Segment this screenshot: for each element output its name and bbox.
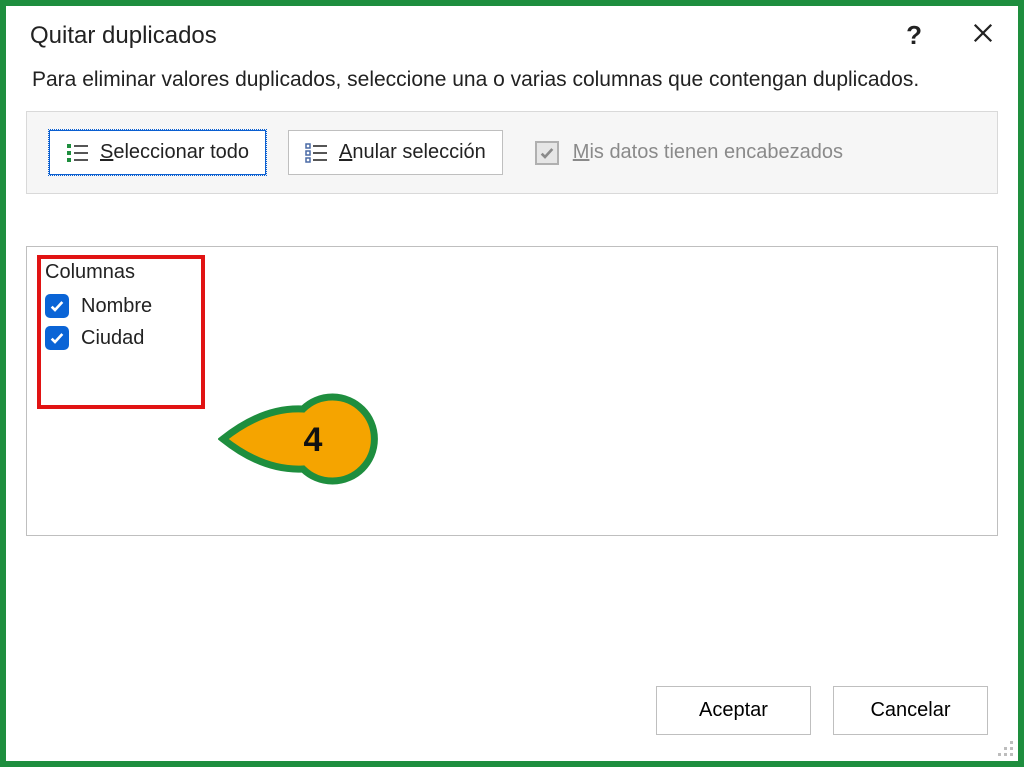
unselect-all-label: Anular selección — [339, 141, 486, 164]
select-all-button[interactable]: Seleccionar todo — [49, 130, 266, 175]
dialog-footer: Aceptar Cancelar — [656, 686, 988, 735]
column-label: Ciudad — [81, 327, 144, 350]
close-icon[interactable] — [972, 20, 994, 51]
headers-checkbox[interactable]: Mis datos tienen encabezados — [535, 141, 843, 165]
controls-bar: Seleccionar todo Anular selección — [26, 111, 998, 194]
column-label: Nombre — [81, 295, 152, 318]
column-item[interactable]: Ciudad — [45, 326, 979, 350]
checkbox-checked-icon — [45, 326, 69, 350]
dialog-title: Quitar duplicados — [30, 22, 217, 50]
select-all-label: Seleccionar todo — [100, 141, 249, 164]
headers-checkbox-box — [535, 141, 559, 165]
ok-button[interactable]: Aceptar — [656, 686, 811, 735]
select-all-icon — [66, 142, 90, 164]
unselect-all-icon — [305, 142, 329, 164]
headers-checkbox-label: Mis datos tienen encabezados — [573, 141, 843, 164]
columns-header: Columnas — [45, 261, 979, 284]
checkbox-checked-icon — [45, 294, 69, 318]
help-icon[interactable]: ? — [906, 20, 922, 51]
titlebar: Quitar duplicados ? — [6, 6, 1018, 61]
column-item[interactable]: Nombre — [45, 294, 979, 318]
dialog-remove-duplicates: Quitar duplicados ? Para eliminar valore… — [0, 0, 1024, 767]
unselect-all-button[interactable]: Anular selección — [288, 130, 503, 175]
resize-handle-icon[interactable] — [998, 741, 1016, 759]
cancel-button[interactable]: Cancelar — [833, 686, 988, 735]
columns-panel: Columnas Nombre Ciudad — [26, 246, 998, 536]
titlebar-icons: ? — [906, 20, 994, 51]
dialog-description: Para eliminar valores duplicados, selecc… — [6, 61, 1018, 111]
